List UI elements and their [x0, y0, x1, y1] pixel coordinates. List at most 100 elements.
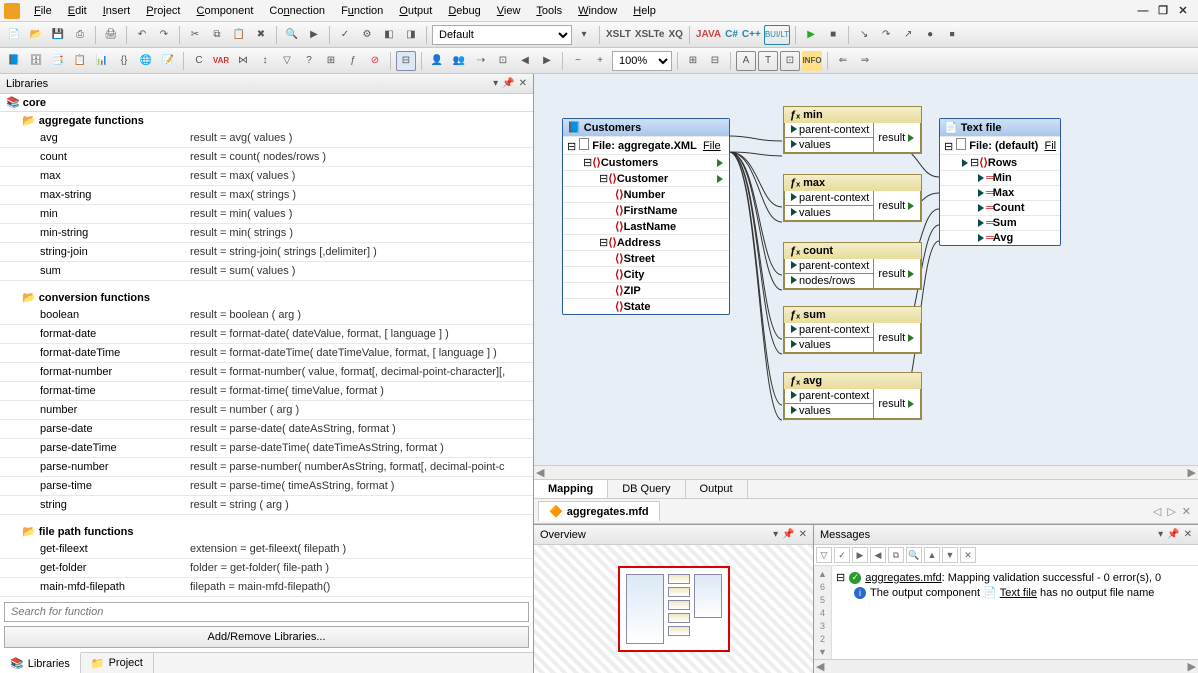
message-row[interactable]: ⊟ ✓ aggregates.mfd: Mapping validation s… — [836, 570, 1194, 585]
func-input[interactable]: parent-context — [784, 123, 874, 138]
tool-a-button[interactable]: ◧ — [379, 25, 399, 45]
align-1-button[interactable]: ⊞ — [683, 51, 703, 71]
menu-tools[interactable]: Tools — [528, 3, 570, 19]
message-link[interactable]: aggregates.mfd — [865, 572, 941, 584]
tab-project[interactable]: 📁Project — [81, 653, 154, 673]
builtin-button[interactable]: BUI/LT — [764, 25, 790, 45]
func-box-count[interactable]: ƒₓcountparent-contextnodes/rowsresult — [783, 242, 922, 290]
tree-node[interactable]: ⟨⟩ Street — [563, 250, 729, 266]
tab-libraries[interactable]: 📚Libraries — [0, 652, 81, 673]
step-over-button[interactable]: ↷ — [876, 25, 896, 45]
print-button[interactable]: 🖨 — [101, 25, 121, 45]
menu-project[interactable]: Project — [138, 3, 188, 19]
xslt-button[interactable]: XSLT — [605, 25, 632, 45]
insert-json-button[interactable]: {} — [114, 51, 134, 71]
messages-list[interactable]: ⊟ ✓ aggregates.mfd: Mapping validation s… — [832, 566, 1198, 659]
msg-filter-icon[interactable]: ▽ — [816, 547, 832, 563]
tree-node[interactable]: ⟨⟩ Number — [563, 186, 729, 202]
func-output[interactable]: result — [874, 389, 921, 419]
tree-node[interactable]: ⟨⟩ City — [563, 266, 729, 282]
pane-menu-icon[interactable]: ▾ — [493, 78, 498, 89]
step-out-button[interactable]: ↗ — [898, 25, 918, 45]
paste-button[interactable]: 📋 — [229, 25, 249, 45]
mapping-canvas[interactable]: 📘 Customers ⊟ File: aggregate.XML File ⊟… — [534, 74, 1198, 465]
minimize-button[interactable]: — — [1136, 4, 1150, 18]
tab-dbquery[interactable]: DB Query — [608, 480, 685, 498]
tree-toggle-icon[interactable]: ⊟ — [836, 571, 845, 584]
insert-filter-button[interactable]: ▽ — [277, 51, 297, 71]
target-file-button[interactable]: Fil — [1044, 140, 1056, 152]
func-output[interactable]: result — [874, 259, 921, 289]
lib-function-row[interactable]: numberresult = number ( arg ) — [0, 401, 533, 420]
target-file-row[interactable]: ⊟ File: (default) Fil — [940, 136, 1060, 154]
menu-debug[interactable]: Debug — [440, 3, 488, 19]
func-box-min[interactable]: ƒₓminparent-contextvaluesresult — [783, 106, 922, 154]
lib-function-row[interactable]: main-mfd-filepathfilepath = main-mfd-fil… — [0, 578, 533, 597]
messages-rail[interactable]: ▲65432▼ — [814, 566, 832, 659]
lib-group[interactable]: 📂 file path functions — [0, 523, 533, 540]
func-input[interactable]: values — [784, 404, 874, 419]
pane-pin-icon[interactable]: 📌 — [782, 529, 794, 540]
pane-close-icon[interactable]: ✕ — [1184, 529, 1192, 540]
find-button[interactable]: 🔍 — [282, 25, 302, 45]
func-input[interactable]: values — [784, 206, 874, 221]
tree-node[interactable]: ═ Avg — [940, 230, 1060, 245]
func-input[interactable]: parent-context — [784, 323, 874, 338]
lib-function-row[interactable]: min-stringresult = min( strings ) — [0, 224, 533, 243]
close-button[interactable]: ✕ — [1176, 4, 1190, 18]
insert-ws-button[interactable]: 🌐 — [136, 51, 156, 71]
msg-prev-icon[interactable]: ◀ — [870, 547, 886, 563]
save-button[interactable]: 💾 — [48, 25, 68, 45]
msg-clear-icon[interactable]: ✕ — [960, 547, 976, 563]
show-sel-button[interactable]: ⊡ — [493, 51, 513, 71]
autoconnect-button[interactable]: ⊟ — [396, 51, 416, 71]
lib-root[interactable]: 📚 core — [0, 94, 533, 112]
new-button[interactable]: 📄 — [4, 25, 24, 45]
insert-text-button[interactable]: 📝 — [158, 51, 178, 71]
msg-next-icon[interactable]: ▶ — [852, 547, 868, 563]
lib-function-row[interactable]: minresult = min( values ) — [0, 205, 533, 224]
xslt2-button[interactable]: XSLTe — [634, 25, 666, 45]
func-input[interactable]: values — [784, 138, 874, 153]
show-ann-button[interactable]: 👥 — [449, 51, 469, 71]
step-into-button[interactable]: ↘ — [854, 25, 874, 45]
tree-node[interactable]: ═ Sum — [940, 215, 1060, 230]
func-output[interactable]: result — [874, 191, 921, 221]
insert-excel-button[interactable]: 📊 — [92, 51, 112, 71]
settings-button[interactable]: ⚙ — [357, 25, 377, 45]
cpp-button[interactable]: C++ — [741, 25, 762, 45]
zoom-out-button[interactable]: − — [568, 51, 588, 71]
tree-node[interactable]: ⊟ ⟨⟩ Customer — [563, 170, 729, 186]
tree-node[interactable]: ⟨⟩ LastName — [563, 218, 729, 234]
copy-button[interactable]: ⧉ — [207, 25, 227, 45]
lib-function-row[interactable]: sumresult = sum( values ) — [0, 262, 533, 281]
lib-function-row[interactable]: parse-dateTimeresult = parse-dateTime( d… — [0, 439, 533, 458]
view-1-button[interactable]: A — [736, 51, 756, 71]
menu-connection[interactable]: Connection — [261, 3, 333, 19]
show-conn-button[interactable]: ⇢ — [471, 51, 491, 71]
tab-next-icon[interactable]: ▷ — [1164, 506, 1178, 518]
menu-output[interactable]: Output — [391, 3, 440, 19]
tree-node[interactable]: ⟨⟩ State — [563, 298, 729, 314]
view-2-button[interactable]: T — [758, 51, 778, 71]
insert-except-button[interactable]: ⊘ — [365, 51, 385, 71]
zoom-combo[interactable]: 100% — [612, 51, 672, 71]
source-file-button[interactable]: File — [703, 140, 721, 152]
lib-function-row[interactable]: string-joinresult = string-join( strings… — [0, 243, 533, 262]
save-all-button[interactable]: ⎙ — [70, 25, 90, 45]
show-src-button[interactable]: ◀ — [515, 51, 535, 71]
menu-file[interactable]: File — [26, 3, 60, 19]
overview-viewport[interactable] — [618, 566, 730, 652]
lib-function-row[interactable]: booleanresult = boolean ( arg ) — [0, 306, 533, 325]
add-remove-libraries-button[interactable]: Add/Remove Libraries... — [4, 626, 529, 648]
lib-function-row[interactable]: stringresult = string ( arg ) — [0, 496, 533, 515]
tree-node[interactable]: ⊟ ⟨⟩ Customers — [563, 154, 729, 170]
tab-close-icon[interactable]: ✕ — [1179, 506, 1194, 518]
lib-function-row[interactable]: format-numberresult = format-number( val… — [0, 363, 533, 382]
view-info-button[interactable]: INFO — [802, 51, 822, 71]
message-link[interactable]: Text file — [1000, 587, 1037, 599]
lib-function-row[interactable]: avgresult = avg( values ) — [0, 129, 533, 148]
libraries-list[interactable]: 📚 core📂 aggregate functionsavgresult = a… — [0, 94, 533, 598]
pane-close-icon[interactable]: ✕ — [519, 78, 527, 89]
tree-node[interactable]: ⟨⟩ FirstName — [563, 202, 729, 218]
